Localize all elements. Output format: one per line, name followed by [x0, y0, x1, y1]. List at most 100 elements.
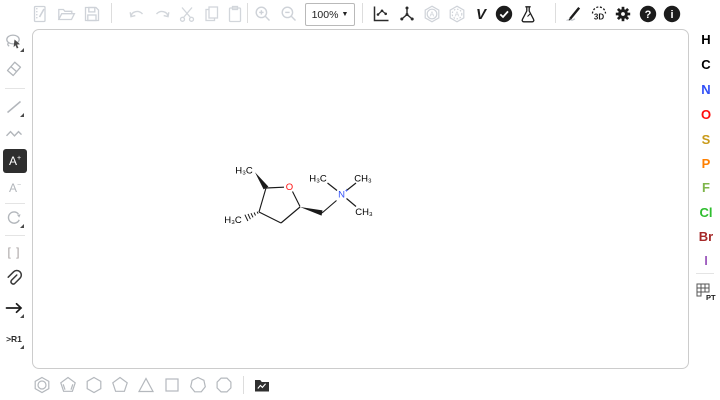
atom-button-c[interactable]: C	[693, 54, 719, 74]
methyl-label: H₃C	[309, 174, 327, 185]
template-library-button[interactable]	[251, 374, 273, 396]
flask-icon	[518, 4, 538, 24]
layout-icon	[371, 4, 391, 24]
zoom-out-icon	[279, 4, 299, 24]
svg-text:?: ?	[645, 9, 652, 21]
cut-button[interactable]	[176, 3, 198, 25]
dearomatize-button[interactable]: A	[446, 3, 468, 25]
toolbar-divider	[362, 3, 363, 23]
paperclip-icon	[4, 269, 24, 289]
cyclooctane-icon	[214, 375, 234, 395]
cyclobutane-template-button[interactable]	[161, 374, 183, 396]
reaction-arrow-button[interactable]	[3, 297, 25, 319]
atom-button-h[interactable]: H	[693, 29, 719, 49]
chevron-down-icon: ▼	[341, 11, 348, 18]
arrow-right-icon	[4, 298, 24, 318]
zoom-in-icon	[253, 4, 273, 24]
check-circle-icon	[494, 4, 514, 24]
redo-button[interactable]	[151, 3, 173, 25]
3d-viewer-button[interactable]: 3D	[588, 3, 610, 25]
svg-text:V: V	[476, 6, 488, 23]
redo-icon	[152, 4, 172, 24]
toolbar-divider	[243, 376, 244, 394]
benzene-template-button[interactable]	[31, 374, 53, 396]
atom-button-cl[interactable]: Cl	[693, 202, 719, 222]
chain-button[interactable]	[3, 122, 25, 144]
gear-icon	[613, 4, 633, 24]
ketcher-editor: 100% ▼	[0, 0, 720, 400]
atom-button-br[interactable]: Br	[693, 226, 719, 246]
atom-button-i[interactable]: I	[693, 250, 719, 270]
calculated-values-button[interactable]	[517, 3, 539, 25]
single-bond-icon	[4, 97, 24, 117]
undo-icon	[127, 4, 147, 24]
settings-button[interactable]	[612, 3, 634, 25]
attach-button[interactable]	[3, 268, 25, 290]
recognize-molecule-button[interactable]	[563, 3, 585, 25]
copy-button[interactable]	[201, 3, 223, 25]
s-group-button[interactable]: [ ]	[3, 241, 25, 263]
new-document-button[interactable]	[29, 3, 51, 25]
toolbar-divider	[5, 88, 25, 89]
chain-icon	[4, 123, 24, 143]
cyclohexane-template-button[interactable]	[83, 374, 105, 396]
paste-button[interactable]	[224, 3, 246, 25]
rotate-icon	[4, 208, 24, 228]
r-group-button[interactable]: >R1	[3, 328, 25, 350]
s-group-label: [ ]	[7, 245, 20, 259]
cyclopropane-icon	[136, 375, 156, 395]
template-library-icon	[252, 375, 272, 395]
svg-text:A: A	[455, 12, 460, 19]
open-folder-icon	[56, 4, 76, 24]
atom-button-n[interactable]: N	[693, 79, 719, 99]
zoom-in-button[interactable]	[252, 3, 274, 25]
save-button[interactable]	[81, 3, 103, 25]
zoom-level-value: 100%	[312, 9, 339, 21]
open-button[interactable]	[55, 3, 77, 25]
molecule-drawing[interactable]: H₃C H₃C O N + H₃C CH₃ CH₃	[221, 159, 386, 235]
rotate-button[interactable]	[3, 207, 25, 229]
cyclopropane-template-button[interactable]	[135, 374, 157, 396]
help-icon: ?	[638, 4, 658, 24]
cyclopentadiene-template-button[interactable]	[57, 374, 79, 396]
aromatize-icon: A	[422, 4, 442, 24]
toolbar-divider	[247, 3, 248, 23]
atom-button-o[interactable]: O	[693, 104, 719, 124]
toolbar-divider	[696, 273, 714, 274]
atom-button-f[interactable]: F	[693, 177, 719, 197]
zoom-out-button[interactable]	[278, 3, 300, 25]
cyclopentane-template-button[interactable]	[109, 374, 131, 396]
cycloheptane-template-button[interactable]	[187, 374, 209, 396]
undo-button[interactable]	[126, 3, 148, 25]
calculate-cip-button[interactable]: V	[471, 3, 491, 25]
copy-icon	[202, 4, 222, 24]
lasso-selection-button[interactable]	[3, 31, 25, 53]
paste-clipboard-icon	[225, 4, 245, 24]
charge-minus-button[interactable]: A−	[3, 176, 27, 200]
check-structure-button[interactable]	[493, 3, 515, 25]
about-button[interactable]: i	[661, 3, 683, 25]
toolbar-divider	[555, 3, 556, 23]
new-document-icon	[30, 4, 50, 24]
benzene-icon	[32, 375, 52, 395]
methyl-label: H₃C	[224, 215, 242, 226]
layout-button[interactable]	[370, 3, 392, 25]
charge-plus-button[interactable]: A+	[3, 149, 27, 173]
info-icon: i	[662, 4, 682, 24]
cyclooctane-template-button[interactable]	[213, 374, 235, 396]
help-button[interactable]: ?	[637, 3, 659, 25]
eraser-button[interactable]	[3, 57, 25, 79]
atom-button-s[interactable]: S	[693, 129, 719, 149]
atom-button-p[interactable]: P	[693, 153, 719, 173]
dearomatize-icon: A	[447, 4, 467, 24]
single-bond-button[interactable]	[3, 96, 25, 118]
drawing-canvas[interactable]: H₃C H₃C O N + H₃C CH₃ CH₃	[32, 29, 689, 369]
save-icon	[82, 4, 102, 24]
aromatize-button[interactable]: A	[421, 3, 443, 25]
periodic-table-button[interactable]: PT	[693, 280, 717, 304]
clean-up-button[interactable]	[396, 3, 418, 25]
svg-text:PT: PT	[706, 293, 716, 302]
zoom-level-dropdown[interactable]: 100% ▼	[305, 3, 355, 26]
svg-text:A: A	[430, 12, 435, 19]
eraser-icon	[4, 58, 24, 78]
